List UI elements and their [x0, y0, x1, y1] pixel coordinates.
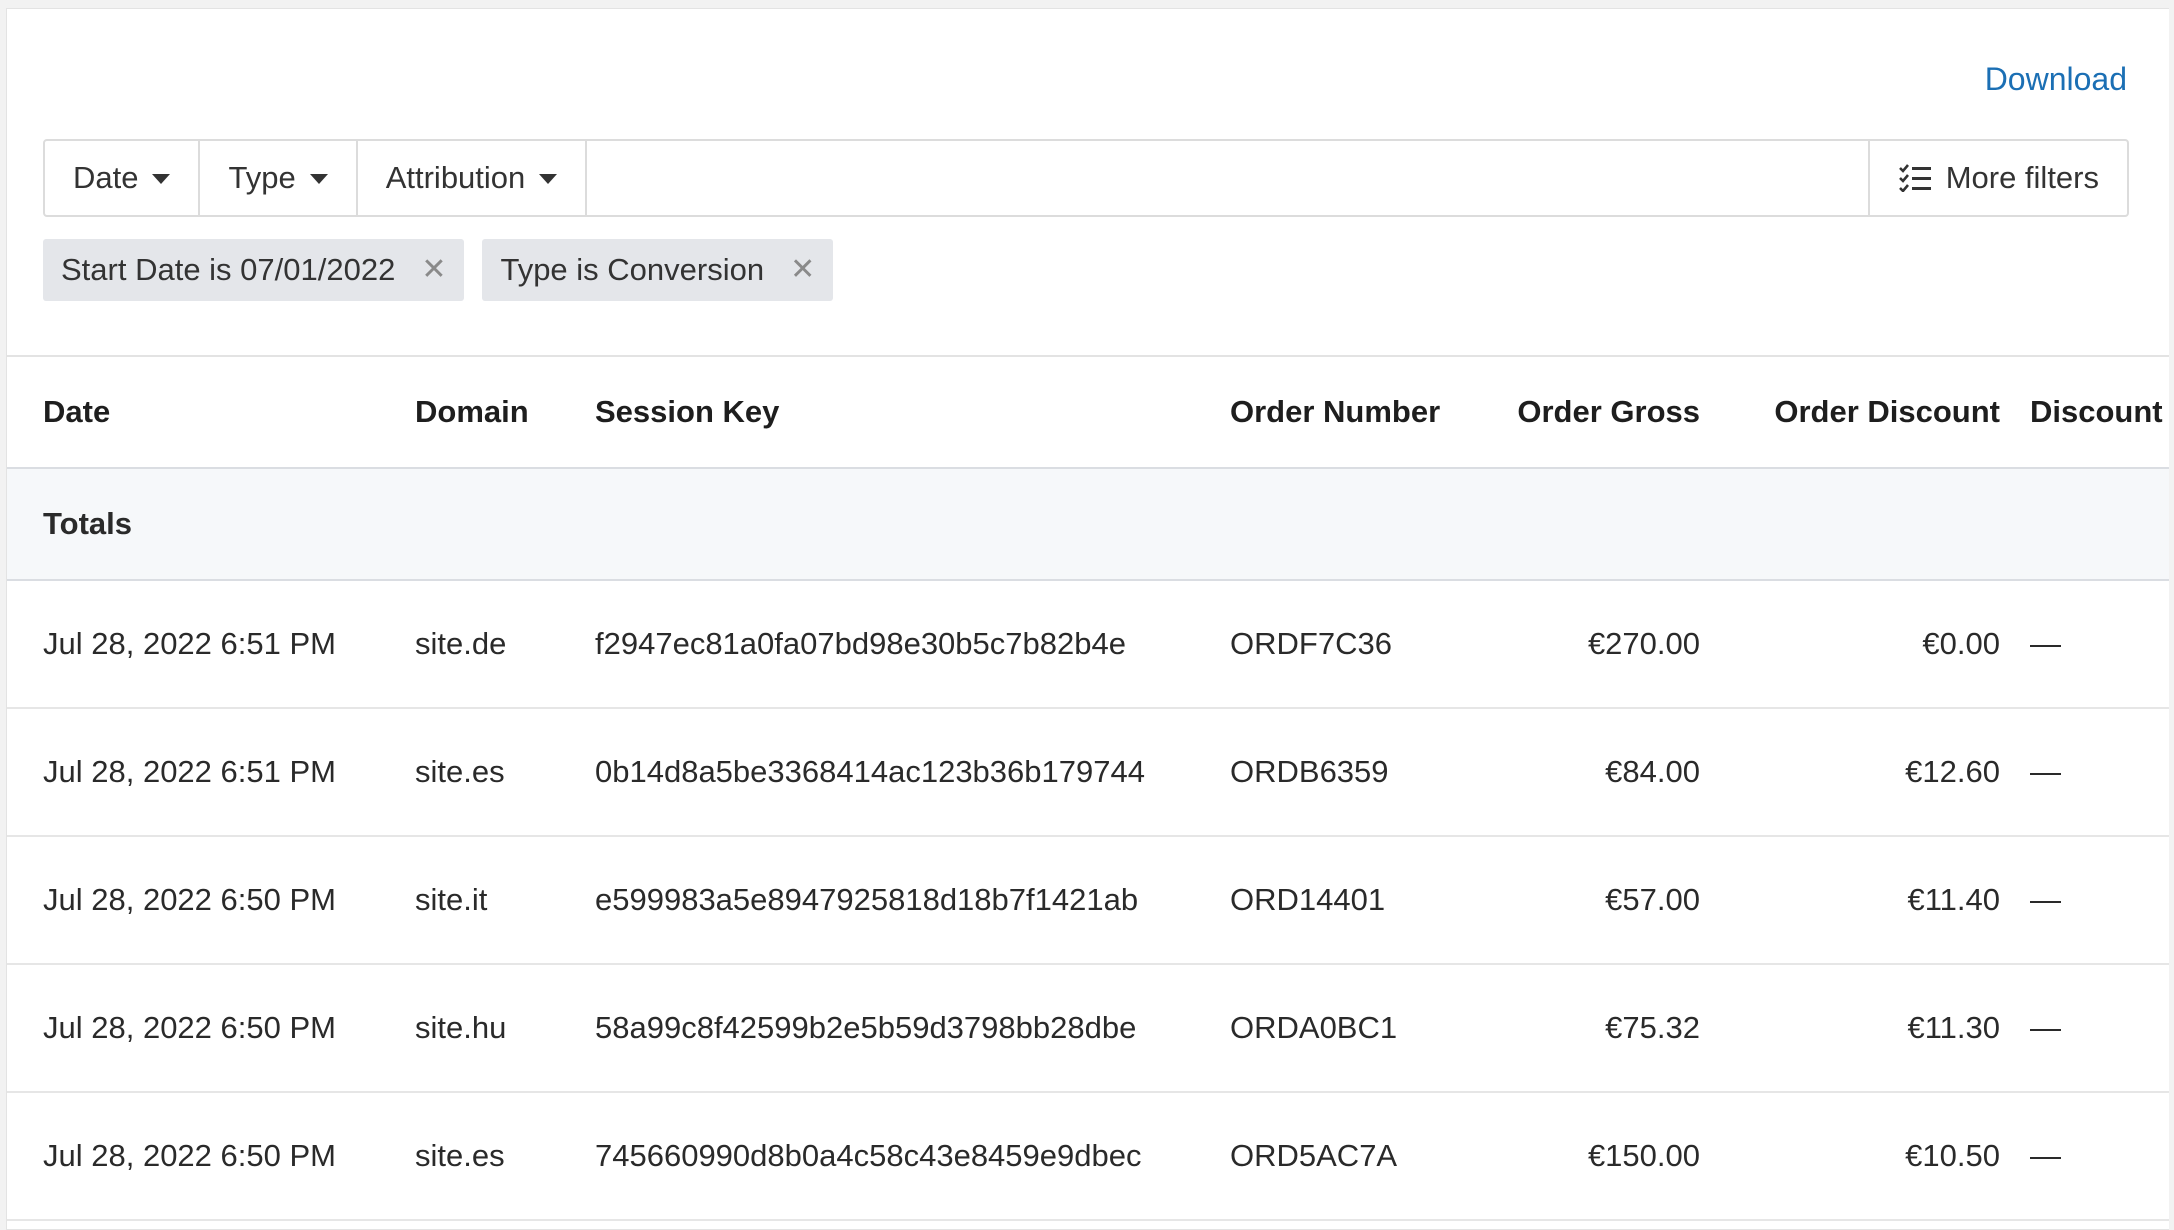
cell-domain: site.de — [415, 626, 507, 661]
cell-order-number: ORD5AC7A — [1230, 1138, 1398, 1173]
cell-domain: site.es — [415, 1138, 505, 1173]
cell-discount-code: — — [2030, 1010, 2061, 1045]
totals-cell — [1230, 468, 1500, 580]
cell-order-number: ORD14401 — [1230, 882, 1386, 917]
date-filter-button[interactable]: Date — [45, 141, 201, 215]
checklist-icon — [1898, 164, 1931, 192]
caret-down-icon — [309, 174, 328, 184]
cell-session-key: 0b14d8a5be3368414ac123b36b179744 — [595, 754, 1145, 789]
attribution-filter-label: Attribution — [385, 160, 526, 195]
column-header-session-key[interactable]: Session Key — [595, 356, 1230, 468]
cell-domain: site.hu — [415, 1010, 507, 1045]
cell-discount-code: — — [2030, 882, 2061, 917]
caret-down-icon — [152, 174, 171, 184]
date-filter-label: Date — [73, 160, 139, 195]
cell-order-discount: €11.40 — [1907, 882, 2000, 917]
totals-cell — [595, 468, 1230, 580]
cell-order-discount: €12.60 — [1905, 754, 2000, 789]
type-filter-label: Type — [228, 160, 296, 195]
conversions-table: Date Domain Session Key Order Number Ord… — [7, 355, 2169, 1221]
cell-order-gross: €57.00 — [1605, 882, 1700, 917]
cell-order-discount: €0.00 — [1922, 626, 2000, 661]
totals-cell — [1700, 468, 2000, 580]
cell-order-number: ORDF7C36 — [1230, 626, 1392, 661]
cell-discount-code: — — [2030, 626, 2061, 661]
totals-cell — [2000, 468, 2169, 580]
type-filter-button[interactable]: Type — [200, 141, 358, 215]
report-panel: Download Date Type Attribution More filt… — [6, 8, 2169, 1230]
more-filters-button[interactable]: More filters — [1867, 141, 2127, 215]
column-header-order-discount[interactable]: Order Discount — [1700, 356, 2000, 468]
cell-domain: site.es — [415, 754, 505, 789]
table-row[interactable]: Jul 28, 2022 6:50 PM site.it e599983a5e8… — [7, 836, 2169, 964]
column-header-order-gross[interactable]: Order Gross — [1500, 356, 1700, 468]
totals-cell — [415, 468, 595, 580]
cell-order-discount: €10.50 — [1905, 1138, 2000, 1173]
totals-cell — [1500, 468, 1700, 580]
table-header-row: Date Domain Session Key Order Number Ord… — [7, 356, 2169, 468]
column-header-domain[interactable]: Domain — [415, 356, 595, 468]
more-filters-label: More filters — [1945, 160, 2099, 195]
column-header-order-number[interactable]: Order Number — [1230, 356, 1500, 468]
table-row[interactable]: Jul 28, 2022 6:51 PM site.de f2947ec81a0… — [7, 580, 2169, 708]
table-row[interactable]: Jul 28, 2022 6:50 PM site.es 745660990d8… — [7, 1092, 2169, 1220]
cell-order-gross: €75.32 — [1605, 1010, 1700, 1045]
table-row[interactable]: Jul 28, 2022 6:51 PM site.es 0b14d8a5be3… — [7, 708, 2169, 836]
filter-chip-type: Type is Conversion ✕ — [482, 239, 834, 301]
cell-order-number: ORDA0BC1 — [1230, 1010, 1398, 1045]
cell-discount-code: — — [2030, 754, 2061, 789]
cell-session-key: f2947ec81a0fa07bd98e30b5c7b82b4e — [595, 626, 1126, 661]
cell-date: Jul 28, 2022 6:51 PM — [43, 626, 336, 661]
caret-down-icon — [539, 174, 558, 184]
cell-date: Jul 28, 2022 6:51 PM — [43, 754, 336, 789]
column-header-date[interactable]: Date — [7, 356, 415, 468]
filter-bar: Date Type Attribution More filters — [43, 139, 2129, 217]
cell-order-gross: €84.00 — [1605, 754, 1700, 789]
totals-label: Totals — [43, 506, 132, 541]
column-header-discount-code[interactable]: Discount C — [2000, 356, 2169, 468]
filter-chip-start-date: Start Date is 07/01/2022 ✕ — [43, 239, 465, 301]
active-filter-chips: Start Date is 07/01/2022 ✕ Type is Conve… — [43, 239, 834, 301]
download-link[interactable]: Download — [1985, 61, 2127, 98]
cell-session-key: 58a99c8f42599b2e5b59d3798bb28dbe — [595, 1010, 1137, 1045]
filter-bar-spacer — [587, 141, 1867, 215]
cell-session-key: e599983a5e8947925818d18b7f1421ab — [595, 882, 1139, 917]
cell-order-gross: €270.00 — [1587, 626, 1700, 661]
cell-order-gross: €150.00 — [1587, 1138, 1700, 1173]
cell-order-number: ORDB6359 — [1230, 754, 1389, 789]
attribution-filter-button[interactable]: Attribution — [358, 141, 588, 215]
cell-session-key: 745660990d8b0a4c58c43e8459e9dbec — [595, 1138, 1142, 1173]
cell-domain: site.it — [415, 882, 488, 917]
close-icon[interactable]: ✕ — [790, 255, 815, 285]
filter-chip-label: Start Date is 07/01/2022 — [61, 252, 396, 287]
totals-row: Totals — [7, 468, 2169, 580]
cell-date: Jul 28, 2022 6:50 PM — [43, 1010, 336, 1045]
cell-date: Jul 28, 2022 6:50 PM — [43, 1138, 336, 1173]
close-icon[interactable]: ✕ — [421, 255, 446, 285]
table-row[interactable]: Jul 28, 2022 6:50 PM site.hu 58a99c8f425… — [7, 964, 2169, 1092]
cell-order-discount: €11.30 — [1907, 1010, 2000, 1045]
filter-chip-label: Type is Conversion — [500, 252, 765, 287]
cell-date: Jul 28, 2022 6:50 PM — [43, 882, 336, 917]
cell-discount-code: — — [2030, 1138, 2061, 1173]
